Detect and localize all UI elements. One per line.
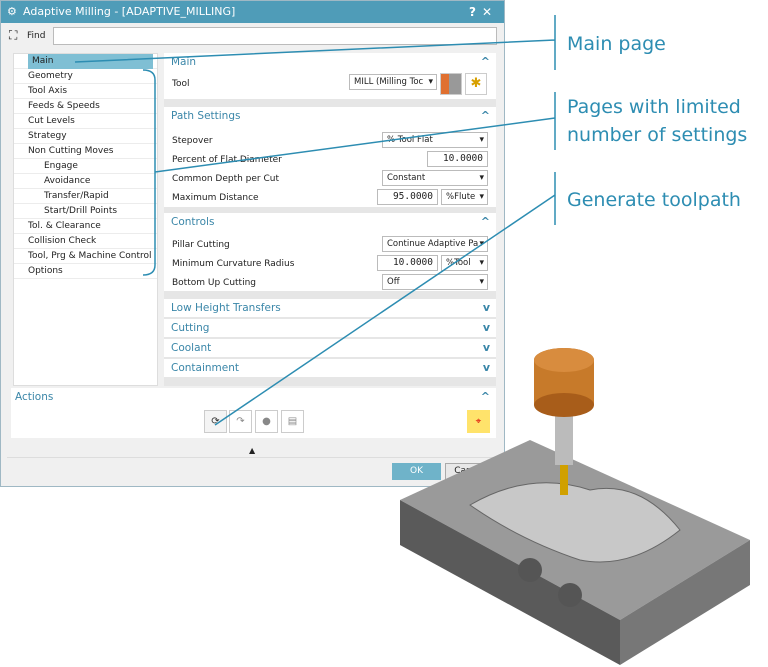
annotation-limited-2: number of settings [567,124,748,146]
annotation-generate: Generate toolpath [567,189,741,211]
annotation-limited-1: Pages with limited [567,96,741,118]
callout-limited [154,92,556,173]
tree-bracket [142,69,156,276]
machined-part-image [400,348,750,665]
callout-main-page [74,15,556,70]
annotation-main-page: Main page [567,33,666,55]
